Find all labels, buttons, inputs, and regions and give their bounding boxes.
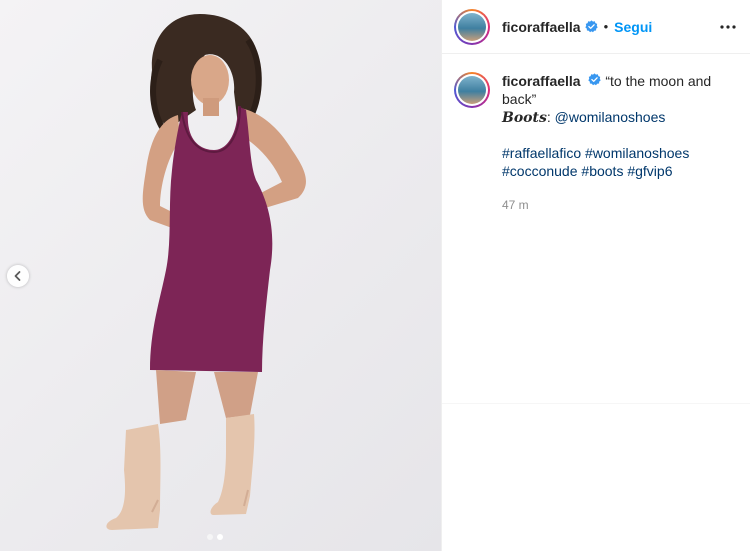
follow-button[interactable]: Segui [614,19,652,35]
hashtag-link[interactable]: #gfvip6 [627,163,672,179]
post-side-panel: ficoraffaella • Segui ficoraffaella “to … [441,0,750,551]
caption-colon: : [546,109,555,125]
hashtag-link[interactable]: #raffaellafico [502,145,581,161]
hashtag-link[interactable]: #cocconude [502,163,578,179]
avatar-image [458,76,486,104]
caption-boots-word: Boots [502,110,547,126]
hashtag-link[interactable]: #womilanoshoes [585,145,689,161]
caption-mention-link[interactable]: @womilanoshoes [555,109,666,125]
divider [442,403,750,404]
face-shape [191,55,229,105]
carousel-dot-active [217,534,223,540]
caption-avatar[interactable] [454,72,490,108]
caption-body: ficoraffaella “to the moon and back” Boo… [502,72,736,214]
verified-badge-icon [584,20,598,33]
left-boot-shape [106,424,161,530]
more-options-button[interactable] [720,24,736,29]
carousel-indicator [207,534,223,540]
more-options-icon [720,24,736,29]
avatar[interactable] [454,8,490,45]
caption-hashtags: #raffaellafico #womilanoshoes #cocconude… [502,144,736,180]
chevron-left-icon [14,271,21,281]
verified-badge-icon [588,73,602,86]
post-header: ficoraffaella • Segui [442,0,750,54]
caption-line-2: Boots: @womilanoshoes [502,108,736,127]
post-caption: ficoraffaella “to the moon and back” Boo… [442,54,750,214]
post-media[interactable] [0,0,441,551]
post-photo [106,14,306,530]
separator-dot: • [603,19,609,34]
caption-username[interactable]: ficoraffaella [502,73,581,89]
carousel-prev-button[interactable] [7,265,29,287]
avatar-image [458,12,486,41]
post-timestamp[interactable]: 47 m [502,196,736,214]
right-boot-shape [210,414,255,515]
caption-line-1: ficoraffaella “to the moon and back” [502,72,736,108]
carousel-dot [207,534,213,540]
hashtag-link[interactable]: #boots [581,163,623,179]
header-username[interactable]: ficoraffaella [502,19,581,35]
